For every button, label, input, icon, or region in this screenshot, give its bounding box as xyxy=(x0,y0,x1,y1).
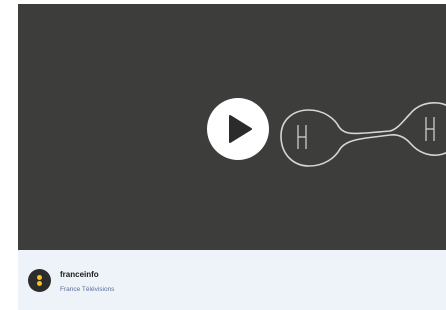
video-card: H H franceinfo France Télévisions xyxy=(18,4,446,310)
video-player[interactable]: H H xyxy=(18,4,446,250)
publisher-name: France Télévisions xyxy=(60,286,115,293)
play-icon xyxy=(229,115,252,143)
franceinfo-logo-icon[interactable] xyxy=(28,269,51,292)
channel-name[interactable]: franceinfo xyxy=(60,270,99,279)
play-button[interactable] xyxy=(207,98,269,160)
video-footer: franceinfo France Télévisions xyxy=(18,250,446,310)
